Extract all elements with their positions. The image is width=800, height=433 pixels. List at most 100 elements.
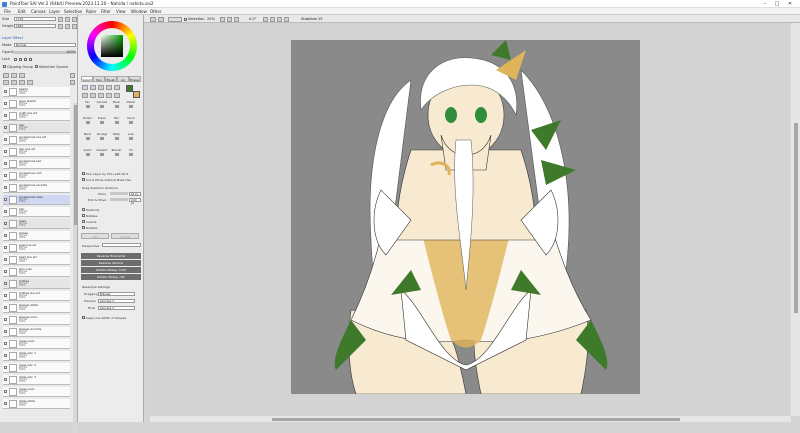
visibility-toggle[interactable] (4, 390, 7, 393)
tool-cell-pencil[interactable]: Pencil (125, 117, 138, 125)
preview-select[interactable]: Lanczos 3 (98, 298, 135, 303)
visibility-toggle[interactable] (4, 150, 7, 153)
tool-cell-smudge[interactable]: Smudge (96, 133, 109, 141)
ok-button[interactable]: OK (81, 233, 109, 239)
layer-item[interactable]: dress white Normal 100% (3, 399, 70, 409)
layer-item[interactable]: hair line art Normal 100% (3, 147, 70, 157)
lock-transparency-checkbox[interactable] (14, 58, 17, 61)
layer-item[interactable]: layer sketch Normal 100% (3, 99, 70, 109)
tab-pen[interactable]: Pen (93, 76, 105, 82)
rotate-tool-button[interactable] (90, 93, 96, 98)
stabilizer-value[interactable]: 15 (318, 17, 323, 21)
rotate-ccw-button[interactable]: Rotate 90deg. CCW (81, 267, 141, 273)
size-swap-button[interactable] (65, 17, 70, 22)
menu-window[interactable]: Window (131, 9, 147, 14)
reverse-vertical-button[interactable]: Reverse Vertical (81, 260, 141, 266)
view-mode-button-2[interactable] (158, 16, 164, 22)
menu-other[interactable]: Other (150, 9, 161, 14)
layer-scrollbar-thumb[interactable] (73, 105, 77, 225)
layer-effect-label[interactable]: Layer Effect (2, 36, 23, 40)
vertical-scrollbar-thumb[interactable] (793, 123, 798, 313)
visibility-toggle[interactable] (4, 366, 7, 369)
zoom-reset-button[interactable] (234, 16, 239, 22)
visibility-toggle[interactable] (4, 402, 7, 405)
flip-button[interactable] (284, 16, 289, 22)
layer-item[interactable]: hair Normal 100% (3, 207, 70, 217)
rotate-left-button[interactable] (263, 16, 268, 22)
height-lock-button[interactable] (58, 24, 63, 29)
visibility-toggle[interactable] (4, 126, 7, 129)
visibility-toggle[interactable] (4, 342, 7, 345)
lock-move-checkbox[interactable] (24, 58, 27, 61)
tool-cell-airbrush[interactable]: Airbrush (96, 101, 109, 109)
selection-source-checkbox[interactable] (35, 65, 38, 68)
zoom-in-button[interactable] (227, 16, 232, 22)
tool-cell-pen[interactable]: Pen (81, 101, 94, 109)
final-select[interactable]: Lanczos 3 (98, 305, 135, 310)
toolbar-swatch[interactable] (168, 16, 182, 22)
visibility-toggle[interactable] (4, 246, 7, 249)
tool-cell-blur[interactable]: Blur (110, 117, 123, 125)
zoom-tool-button[interactable] (82, 93, 88, 98)
visibility-toggle[interactable] (4, 330, 7, 333)
visibility-toggle[interactable] (4, 210, 7, 213)
eyedropper-tool-button[interactable] (98, 93, 104, 98)
tool-cell-water[interactable]: Water (110, 133, 123, 141)
zoom-value[interactable]: 25% (207, 17, 215, 21)
menu-edit[interactable]: Edit (18, 9, 26, 14)
tool-cell-blend[interactable]: Blend (81, 133, 94, 141)
layer-item[interactable]: eyes line art Normal 100% (3, 243, 70, 253)
rotates-checkbox[interactable] (82, 214, 85, 217)
visibility-toggle[interactable] (4, 234, 7, 237)
lock-paint-checkbox[interactable] (19, 58, 22, 61)
clipping-group-checkbox[interactable] (3, 65, 6, 68)
layer-item[interactable]: accessories line art Normal 100% (3, 135, 70, 145)
shape-tool-button[interactable] (106, 93, 112, 98)
inverts-checkbox[interactable] (82, 220, 85, 223)
primary-color-swatch[interactable] (126, 85, 133, 92)
perspective-select[interactable] (102, 243, 141, 247)
layer-folder[interactable]: hair Normal 100% (3, 123, 70, 133)
rotate-reset-button[interactable] (277, 16, 282, 22)
saturation-value-square[interactable] (101, 35, 123, 57)
rotates-2-checkbox[interactable] (82, 226, 85, 229)
visibility-toggle[interactable] (4, 282, 7, 285)
visibility-toggle[interactable] (4, 198, 7, 201)
color-wheel[interactable] (87, 21, 137, 71)
secondary-color-swatch[interactable] (133, 91, 140, 98)
visibility-toggle[interactable] (4, 222, 7, 225)
layer-scrollbar[interactable] (73, 103, 77, 433)
lasso-tool-button[interactable] (90, 85, 96, 90)
tab-eraser[interactable]: Eraser (129, 76, 141, 82)
layer-item[interactable]: accessories accents Normal 100% (3, 183, 70, 193)
tool-cell-deselect[interactable]: Deselect (96, 149, 109, 157)
layer-item[interactable]: sleeves main Normal 100% (3, 315, 70, 325)
rotate-right-button[interactable] (270, 16, 275, 22)
visibility-toggle[interactable] (4, 258, 7, 261)
reverse-horizontal-button[interactable]: Reverse Horizontal (81, 253, 141, 259)
visibility-toggle[interactable] (4, 138, 7, 141)
keep-line-width-checkbox[interactable] (82, 316, 85, 319)
size-field[interactable]: 1719 (14, 17, 56, 21)
clear-layer-button[interactable] (19, 80, 25, 85)
horizontal-scrollbar[interactable] (150, 416, 791, 422)
tool-cell-marker[interactable]: Marker (125, 101, 138, 109)
selection-checkbox[interactable] (184, 18, 187, 21)
layer-item[interactable]: head line art Normal 100% (3, 255, 70, 265)
dragging-select[interactable]: Bilinear (98, 291, 135, 296)
tab-select[interactable]: Select (81, 76, 93, 82)
layer-search-button[interactable] (70, 80, 75, 85)
visibility-toggle[interactable] (4, 90, 7, 93)
new-linework-layer-button[interactable] (11, 73, 17, 78)
new-layer-button[interactable] (3, 73, 9, 78)
pick-layer-checkbox[interactable] (82, 172, 85, 175)
canvas-area[interactable] (150, 23, 790, 416)
visibility-toggle[interactable] (4, 354, 7, 357)
layer-item[interactable]: lashes Normal 100% (3, 231, 70, 241)
layer-item[interactable]: dress main Normal 100% (3, 387, 70, 397)
text-tool-button[interactable] (114, 93, 120, 98)
tool-cell-select[interactable]: Select (81, 149, 94, 157)
height-apply-button[interactable] (72, 24, 77, 29)
layer-item[interactable]: dress main Normal 100% (3, 339, 70, 349)
menu-ruler[interactable]: Ruler (86, 9, 96, 14)
